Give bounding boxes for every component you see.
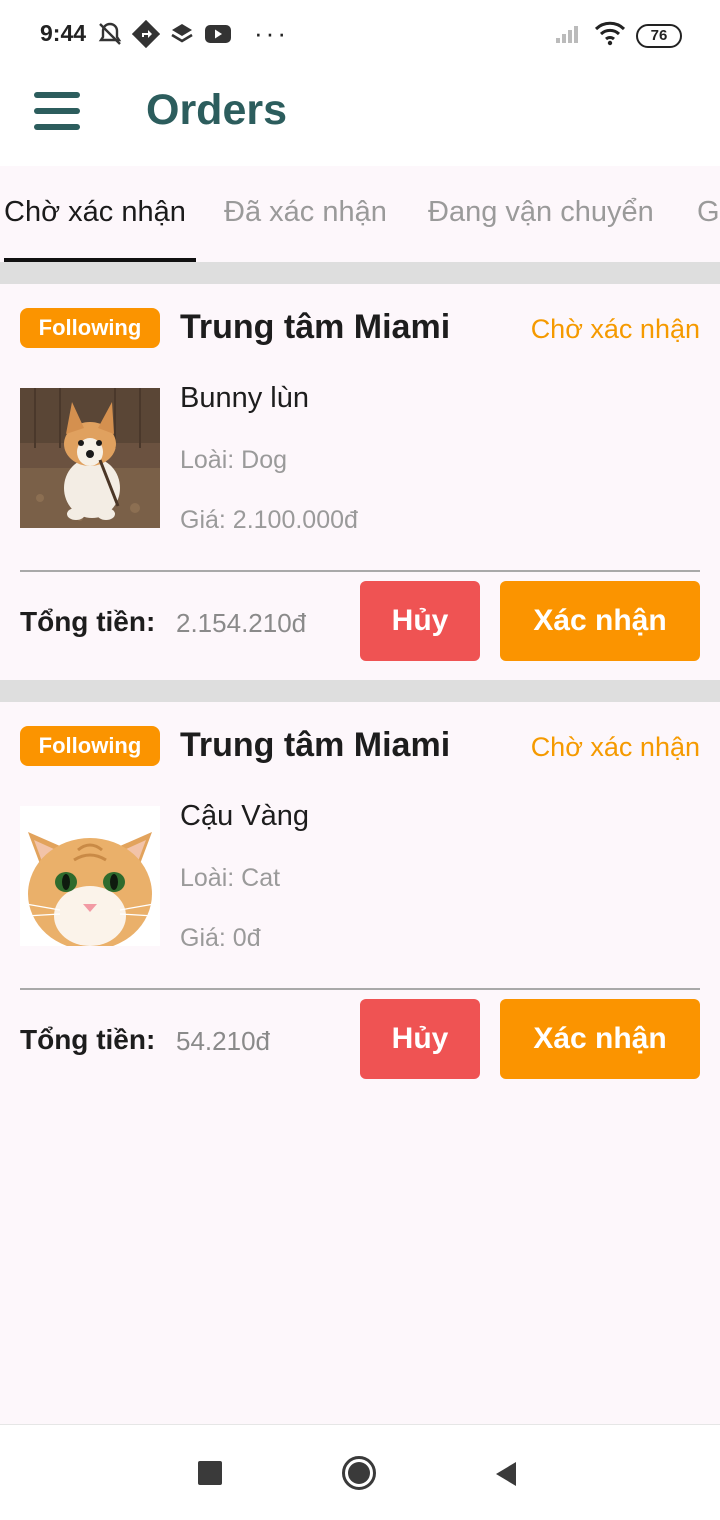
notification-icons [96, 19, 232, 49]
confirm-button[interactable]: Xác nhận [500, 581, 700, 661]
cancel-button[interactable]: Hủy [360, 999, 480, 1079]
recents-button[interactable] [198, 1461, 222, 1485]
wifi-icon [594, 20, 626, 51]
silent-bell-icon [96, 20, 124, 48]
order-card: Following Trung tâm Miami Chờ xác nhận B… [0, 284, 720, 680]
tab-pending[interactable]: Chờ xác nhận [4, 196, 186, 229]
tab-shipping[interactable]: Đang vận chuyển [428, 196, 654, 229]
status-bar: 9:44 ··· 76 [0, 0, 720, 70]
card-divider [20, 988, 700, 990]
signal-icon [554, 21, 584, 50]
layers-icon [168, 20, 196, 48]
order-card: Following Trung tâm Miami Chờ xác nhận C… [0, 702, 720, 1098]
following-badge: Following [20, 308, 160, 348]
total-value: 54.210đ [176, 1026, 270, 1056]
page-title: Orders [146, 86, 288, 134]
following-badge: Following [20, 726, 160, 766]
app-bar: Orders [0, 70, 720, 166]
card-divider [20, 570, 700, 572]
status-time: 9:44 [40, 20, 87, 46]
pet-species: Loài: Dog [180, 446, 288, 474]
back-button[interactable] [494, 1461, 518, 1487]
pet-price: Giá: 2.100.000đ [180, 506, 358, 534]
cancel-button[interactable]: Hủy [360, 581, 480, 661]
section-divider [0, 262, 720, 284]
more-notifications-icon: ··· [254, 18, 289, 48]
order-status: Chờ xác nhận [530, 732, 700, 762]
system-indicators: 76 [554, 20, 682, 51]
order-status: Chờ xác nhận [530, 314, 700, 344]
battery-indicator: 76 [636, 23, 682, 48]
pet-photo-cat [20, 806, 160, 946]
section-divider [0, 680, 720, 702]
confirm-button[interactable]: Xác nhận [500, 999, 700, 1079]
directions-icon [131, 19, 161, 49]
menu-icon[interactable] [34, 92, 80, 132]
shop-name: Trung tâm Miami [180, 308, 451, 346]
youtube-icon [204, 20, 232, 48]
tab-next[interactable]: G [697, 196, 720, 229]
pet-name: Cậu Vàng [180, 800, 309, 832]
pet-photo-dog [20, 388, 160, 528]
total-label: Tổng tiền: [20, 1024, 156, 1055]
tab-confirmed[interactable]: Đã xác nhận [224, 196, 387, 229]
shop-name: Trung tâm Miami [180, 726, 451, 764]
pet-species: Loài: Cat [180, 864, 281, 892]
total-label: Tổng tiền: [20, 606, 156, 637]
order-status-tabs: Chờ xác nhận Đã xác nhận Đang vận chuyển… [0, 166, 720, 262]
system-nav-bar [0, 1424, 720, 1520]
total-value: 2.154.210đ [176, 608, 307, 638]
home-button[interactable] [341, 1455, 377, 1491]
pet-price: Giá: 0đ [180, 924, 261, 952]
pet-name: Bunny lùn [180, 382, 309, 414]
